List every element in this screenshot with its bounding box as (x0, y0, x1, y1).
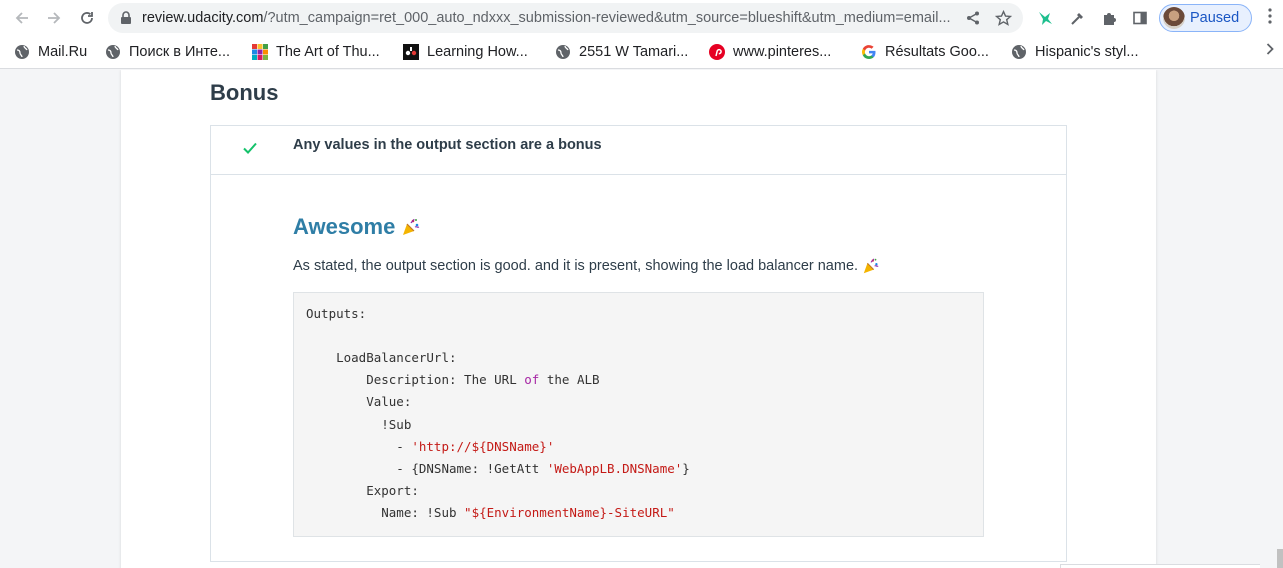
lock-icon[interactable] (118, 10, 134, 26)
bookmark-label: 2551 W Tamari... (579, 44, 689, 60)
code-line: !Sub (306, 417, 412, 432)
share-icon (967, 11, 979, 25)
bookmark-item[interactable]: Hispanic's styl... (1011, 42, 1139, 62)
code-block: Outputs: LoadBalancerUrl: Description: T… (293, 292, 984, 537)
bookmark-item[interactable]: Learning How... (403, 42, 528, 62)
star-icon (994, 9, 1012, 26)
eyedropper-icon (1071, 13, 1083, 25)
bookmark-label: Résultats Goo... (885, 44, 989, 60)
back-button[interactable] (10, 6, 34, 30)
check-icon (243, 142, 257, 154)
feedback-title-text: Awesome (293, 214, 396, 239)
reload-button[interactable] (75, 6, 99, 30)
bookmark-item[interactable]: Поиск в Инте... (105, 42, 230, 62)
bookmark-label: www.pinteres... (733, 44, 832, 60)
forward-button[interactable] (42, 6, 66, 30)
puzzle-icon (1104, 13, 1116, 25)
cbc-logo-icon (403, 44, 419, 60)
floating-panel-edge (1060, 564, 1260, 568)
criterion-text: Any values in the output section are a b… (293, 137, 602, 153)
browser-menu-button[interactable] (1262, 8, 1278, 28)
side-panel-icon (1133, 11, 1147, 25)
feedback-text-content: As stated, the output section is good. a… (293, 258, 859, 274)
share-button[interactable] (963, 8, 983, 28)
bookmark-item[interactable]: The Art of Thu... (252, 42, 380, 62)
address-bar[interactable]: review.udacity.com/?utm_campaign=ret_000… (108, 3, 1023, 33)
bookmark-item[interactable]: 2551 W Tamari... (555, 42, 688, 62)
grid-colorful-icon (252, 44, 268, 60)
eyedropper-extension-button[interactable] (1066, 6, 1090, 30)
side-panel-button[interactable] (1128, 6, 1152, 30)
url-path: /?utm_campaign=ret_000_auto_ndxxx_submis… (263, 10, 951, 26)
code-line: Value: (306, 394, 412, 409)
chevron-right-icon (1266, 43, 1274, 55)
code-line: Export: (306, 483, 419, 498)
section-title: Bonus (210, 80, 279, 105)
bird-extension-icon (1039, 12, 1052, 25)
code-line: - 'http://${DNSName}' (306, 439, 555, 454)
page-viewport: Bonus Any values in the output section a… (0, 70, 1283, 568)
profile-status: Paused (1190, 10, 1240, 26)
rubric-item: Any values in the output section are a b… (210, 125, 1067, 562)
bookmarks-bar: Mail.Ru Поиск в Инте... The Art of Thu..… (0, 36, 1283, 69)
scrollbar-thumb[interactable] (1277, 549, 1283, 568)
rubric-header[interactable]: Any values in the output section are a b… (211, 126, 1066, 175)
bookmark-label: Mail.Ru (38, 44, 88, 60)
review-card: Bonus Any values in the output section a… (121, 70, 1156, 568)
code-line: - {DNSName: !GetAtt 'WebAppLB.DNSName'} (306, 461, 690, 476)
code-line: Outputs: (306, 306, 367, 321)
bird-extension-button[interactable] (1033, 6, 1057, 30)
feedback-title: Awesome (293, 214, 421, 240)
feedback-text: As stated, the output section is good. a… (293, 257, 880, 275)
reload-icon (81, 12, 93, 24)
bookmark-item[interactable]: Résultats Goo... (861, 42, 989, 62)
bookmark-item[interactable]: Mail.Ru (14, 42, 87, 62)
kebab-menu-icon (1268, 8, 1272, 24)
pinterest-icon (709, 44, 725, 60)
globe-icon (1011, 44, 1027, 60)
party-popper-icon (863, 258, 879, 274)
avatar (1163, 7, 1185, 29)
code-line: Description: The URL of the ALB (306, 372, 600, 387)
google-icon (861, 44, 877, 60)
globe-icon (555, 44, 571, 60)
bookmark-label: The Art of Thu... (276, 44, 380, 60)
bookmark-label: Hispanic's styl... (1035, 44, 1139, 60)
bookmark-label: Поиск в Инте... (129, 44, 230, 60)
bookmark-star-button[interactable] (993, 8, 1013, 28)
url-text[interactable]: review.udacity.com/?utm_campaign=ret_000… (142, 9, 958, 27)
bookmarks-overflow-button[interactable] (1262, 40, 1278, 60)
globe-icon (105, 44, 121, 60)
code-line: Name: !Sub "${EnvironmentName}-SiteURL" (306, 505, 675, 520)
extensions-button[interactable] (1097, 6, 1121, 30)
globe-icon (14, 44, 30, 60)
bookmark-item[interactable]: www.pinteres... (709, 42, 831, 62)
arrow-left-icon (15, 12, 28, 24)
profile-chip[interactable]: Paused (1159, 4, 1252, 32)
arrow-right-icon (48, 12, 61, 24)
bookmark-label: Learning How... (427, 44, 528, 60)
code-line: LoadBalancerUrl: (306, 350, 457, 365)
party-popper-icon (403, 218, 420, 235)
url-host: review.udacity.com (142, 10, 264, 26)
browser-toolbar: review.udacity.com/?utm_campaign=ret_000… (0, 0, 1283, 36)
